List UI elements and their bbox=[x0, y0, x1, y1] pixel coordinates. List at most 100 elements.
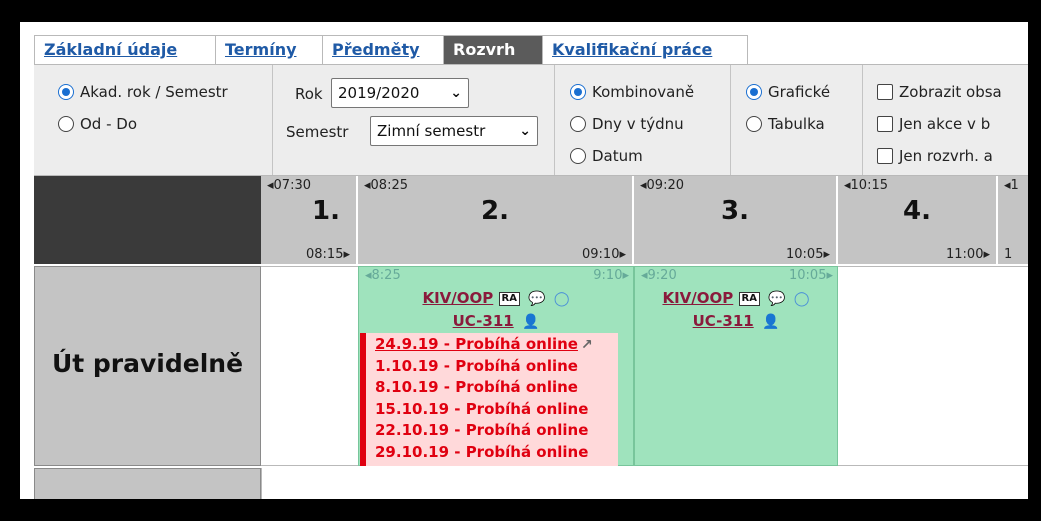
event-course-line: KIV/OOP RA 💬 ◯ bbox=[359, 289, 633, 307]
slot-end: 08:15▸ bbox=[306, 247, 350, 262]
external-link-icon[interactable]: ↗ bbox=[581, 337, 593, 353]
note-item: 22.10.19 - Probíhá online bbox=[375, 421, 589, 439]
chevron-down-icon: ⌄ bbox=[450, 85, 462, 101]
semester-value: Zimní semestr bbox=[377, 122, 486, 140]
app-frame: Základní údaje Termíny Předměty Rozvrh K… bbox=[20, 22, 1028, 499]
radio-graficke[interactable]: Grafické bbox=[746, 83, 830, 101]
ra-badge: RA bbox=[498, 291, 520, 306]
schedule-event[interactable]: ◂8:25 9:10▸ KIV/OOP RA 💬 ◯ UC-311 👤 24.9… bbox=[358, 266, 634, 466]
teacher-icon[interactable]: 👤 bbox=[522, 314, 539, 330]
year-label: Rok bbox=[295, 85, 323, 103]
radio-on-icon bbox=[58, 84, 74, 100]
slot-start: ◂09:20 bbox=[640, 178, 684, 193]
course-link[interactable]: KIV/OOP bbox=[422, 289, 493, 307]
note-item: 15.10.19 - Probíhá online bbox=[375, 400, 589, 418]
schedule-event[interactable]: ◂9:20 10:05▸ KIV/OOP RA 💬 ◯ UC-311 👤 bbox=[634, 266, 838, 466]
radio-kombinovane[interactable]: Kombinovaně bbox=[570, 83, 694, 101]
radio-on-icon bbox=[746, 84, 762, 100]
radio-label: Od - Do bbox=[80, 115, 138, 133]
radio-akad-rok[interactable]: Akad. rok / Semestr bbox=[58, 83, 228, 101]
slot-end: 11:00▸ bbox=[946, 247, 990, 262]
event-end: 9:10▸ bbox=[593, 268, 629, 283]
slot-number: 2. bbox=[481, 196, 509, 226]
slot-end: 10:05▸ bbox=[786, 247, 830, 262]
event-start: ◂8:25 bbox=[365, 268, 401, 283]
chat-icon[interactable]: ◯ bbox=[794, 291, 810, 307]
checkbox-label: Zobrazit obsa bbox=[899, 83, 1002, 101]
slot-number: 3. bbox=[721, 196, 749, 226]
tab-zakladni-udaje[interactable]: Základní údaje bbox=[34, 35, 216, 64]
slot-start: ◂07:30 bbox=[267, 178, 311, 193]
tab-terminy[interactable]: Termíny bbox=[215, 35, 323, 64]
event-start: ◂9:20 bbox=[641, 268, 677, 283]
event-room-line: UC-311 👤 bbox=[359, 312, 633, 330]
radio-od-do[interactable]: Od - Do bbox=[58, 115, 137, 133]
course-link[interactable]: KIV/OOP bbox=[662, 289, 733, 307]
day-row-label: Út pravidelně bbox=[34, 266, 261, 466]
note-item[interactable]: 24.9.19 - Probíhá online ↗ bbox=[375, 335, 593, 353]
radio-off-icon bbox=[570, 116, 586, 132]
slot-end: 09:10▸ bbox=[582, 247, 626, 262]
slot-header-3: ◂09:20 3. 10:05▸ bbox=[634, 176, 838, 264]
note-item: 29.10.19 - Probíhá online bbox=[375, 443, 589, 461]
checkbox-label: Jen akce v b bbox=[899, 115, 991, 133]
checkbox-label: Jen rozvrh. a bbox=[899, 147, 993, 165]
radio-label: Tabulka bbox=[768, 115, 825, 133]
semester-select[interactable]: Zimní semestr ⌄ bbox=[370, 116, 538, 146]
divider bbox=[730, 65, 731, 175]
slot-header-2: ◂08:25 2. 09:10▸ bbox=[358, 176, 634, 264]
slot-start: ◂08:25 bbox=[364, 178, 408, 193]
event-room-line: UC-311 👤 bbox=[635, 312, 837, 330]
checkbox-zobrazit-obsah[interactable]: Zobrazit obsa bbox=[877, 83, 1002, 101]
slot-header-1: ◂07:30 1. 08:15▸ bbox=[261, 176, 358, 264]
grid-corner bbox=[34, 176, 261, 264]
semester-label: Semestr bbox=[286, 123, 349, 141]
radio-on-icon bbox=[570, 84, 586, 100]
event-end: 10:05▸ bbox=[789, 268, 833, 283]
teacher-icon[interactable]: 👤 bbox=[762, 314, 779, 330]
slot-header-4: ◂10:15 4. 11:00▸ bbox=[838, 176, 998, 264]
radio-off-icon bbox=[746, 116, 762, 132]
room-link[interactable]: UC-311 bbox=[693, 312, 754, 330]
divider bbox=[862, 65, 863, 175]
radio-off-icon bbox=[570, 148, 586, 164]
room-link[interactable]: UC-311 bbox=[453, 312, 514, 330]
tab-kvalifikacni-prace[interactable]: Kvalifikační práce bbox=[542, 35, 748, 64]
radio-dny-v-tydnu[interactable]: Dny v týdnu bbox=[570, 115, 684, 133]
chat-icon[interactable]: ◯ bbox=[554, 291, 570, 307]
checkbox-icon bbox=[877, 116, 893, 132]
divider bbox=[554, 65, 555, 175]
checkbox-icon bbox=[877, 84, 893, 100]
day-row bbox=[261, 468, 1028, 499]
slot-start: ◂10:15 bbox=[844, 178, 888, 193]
checkbox-jen-rozvrh[interactable]: Jen rozvrh. a bbox=[877, 147, 993, 165]
year-select[interactable]: 2019/2020 ⌄ bbox=[331, 78, 469, 108]
note-icon[interactable]: 💬 bbox=[528, 291, 545, 307]
checkbox-jen-akce[interactable]: Jen akce v b bbox=[877, 115, 990, 133]
tab-rozvrh[interactable]: Rozvrh bbox=[443, 35, 543, 64]
slot-number: 1. bbox=[312, 196, 340, 226]
day-label-text: Út pravidelně bbox=[51, 349, 244, 378]
radio-datum[interactable]: Datum bbox=[570, 147, 643, 165]
radio-off-icon bbox=[58, 116, 74, 132]
slot-start: ◂1 bbox=[1004, 178, 1019, 193]
slot-end: 1 bbox=[1004, 247, 1013, 262]
day-row-label bbox=[34, 468, 261, 499]
checkbox-icon bbox=[877, 148, 893, 164]
note-icon[interactable]: 💬 bbox=[768, 291, 785, 307]
chevron-down-icon: ⌄ bbox=[519, 123, 531, 139]
radio-label: Datum bbox=[592, 147, 643, 165]
note-item: 8.10.19 - Probíhá online bbox=[375, 378, 578, 396]
tab-predmety[interactable]: Předměty bbox=[322, 35, 444, 64]
divider bbox=[272, 65, 273, 175]
radio-label: Grafické bbox=[768, 83, 831, 101]
tab-bar: Základní údaje Termíny Předměty Rozvrh K… bbox=[34, 35, 1028, 65]
slot-number: 4. bbox=[903, 196, 931, 226]
radio-label: Akad. rok / Semestr bbox=[80, 83, 228, 101]
radio-label: Kombinovaně bbox=[592, 83, 695, 101]
ra-badge: RA bbox=[738, 291, 760, 306]
event-course-line: KIV/OOP RA 💬 ◯ bbox=[635, 289, 837, 307]
radio-label: Dny v týdnu bbox=[592, 115, 684, 133]
radio-tabulka[interactable]: Tabulka bbox=[746, 115, 825, 133]
event-notes: 24.9.19 - Probíhá online ↗ 1.10.19 - Prob… bbox=[360, 333, 618, 466]
